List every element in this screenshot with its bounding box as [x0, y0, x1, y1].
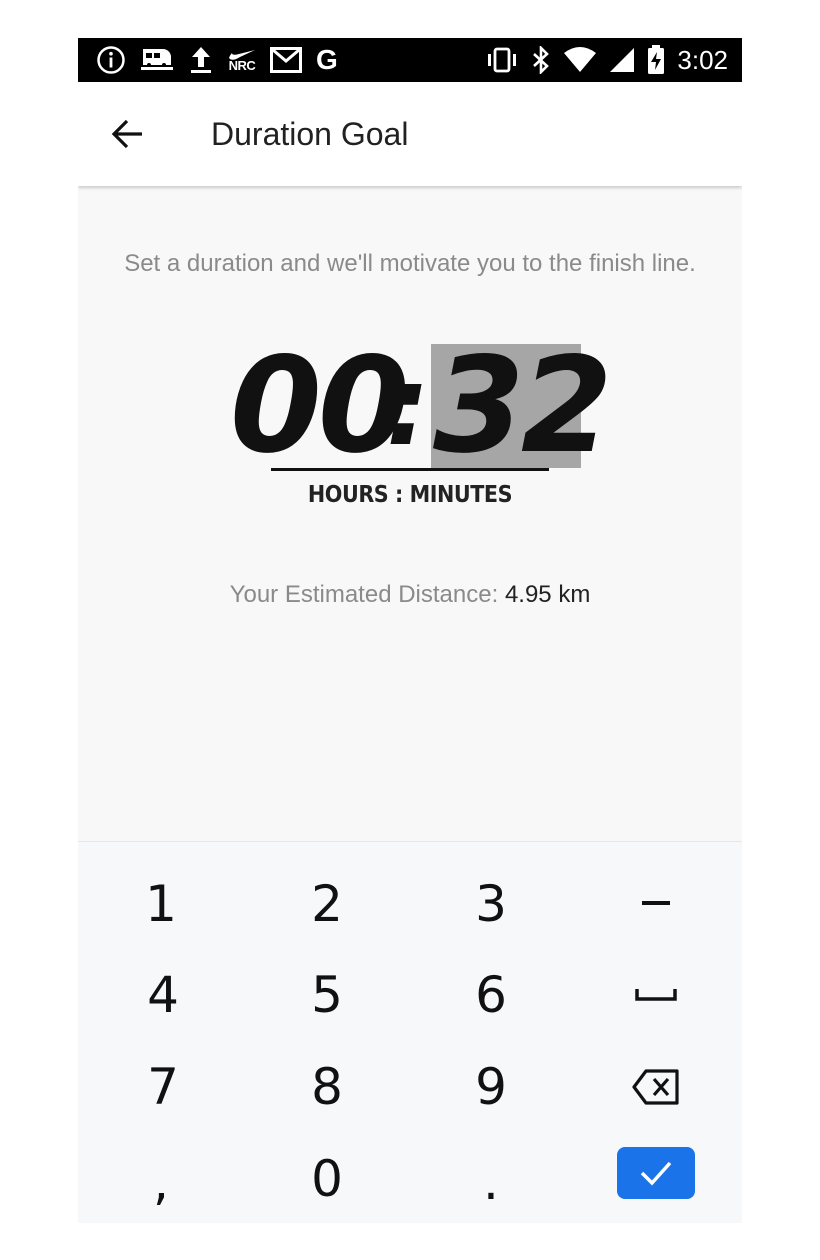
- upload-icon: [188, 45, 214, 75]
- status-bar-right: 3:02: [485, 38, 728, 82]
- backspace-icon: [632, 1069, 679, 1105]
- status-bar: NRC G 3:02: [78, 38, 742, 82]
- gmail-icon: [270, 47, 302, 73]
- key-0[interactable]: 0: [267, 1139, 387, 1219]
- vibrate-icon: [485, 47, 519, 73]
- phone-screen: NRC G 3:02 Duration Goal Set a duration …: [78, 38, 742, 1223]
- duration-display[interactable]: 00 : 32: [228, 340, 628, 481]
- key-period[interactable]: .: [431, 1132, 551, 1223]
- subtitle-text: Set a duration and we'll motivate you to…: [124, 250, 696, 277]
- key-4[interactable]: 4: [103, 955, 223, 1035]
- page-title: Duration Goal: [211, 116, 409, 152]
- units-label: HOURS : MINUTES: [307, 482, 513, 508]
- check-icon: [640, 1161, 672, 1186]
- key-6[interactable]: 6: [431, 955, 551, 1035]
- wifi-icon: [563, 47, 597, 73]
- key-8[interactable]: 8: [267, 1047, 387, 1127]
- arrow-left-icon: [111, 119, 142, 149]
- key-minus[interactable]: [596, 864, 716, 944]
- info-icon: [96, 45, 126, 75]
- nike-nrc-icon: NRC: [228, 49, 256, 73]
- minutes-value[interactable]: 32: [433, 340, 613, 472]
- bluetooth-icon: [531, 46, 551, 74]
- numeric-keypad: 1 2 3 4 5 6 7 8 9 , 0 .: [78, 841, 742, 1223]
- key-1[interactable]: 1: [101, 864, 221, 944]
- app-bar: Duration Goal: [78, 82, 742, 186]
- status-time: 3:02: [677, 44, 728, 75]
- status-bar-left: NRC G: [96, 38, 338, 82]
- key-5[interactable]: 5: [267, 955, 387, 1035]
- back-button[interactable]: [108, 114, 148, 154]
- key-9[interactable]: 9: [431, 1047, 551, 1127]
- battery-charging-icon: [647, 45, 665, 75]
- estimate-value: 4.95 km: [504, 581, 591, 608]
- estimated-distance: Your Estimated Distance: 4.95 km: [78, 581, 742, 609]
- train-icon: [140, 45, 174, 75]
- key-backspace[interactable]: [596, 1047, 716, 1127]
- nrc-label: NRC: [228, 58, 256, 73]
- google-icon: G: [316, 44, 338, 75]
- space-icon: [635, 989, 677, 1001]
- hours-value[interactable]: 00: [230, 340, 410, 472]
- minus-icon: [642, 901, 670, 905]
- key-3[interactable]: 3: [431, 864, 551, 944]
- key-2[interactable]: 2: [267, 864, 387, 944]
- key-comma[interactable]: ,: [101, 1132, 221, 1223]
- estimate-label: Your Estimated Distance:: [229, 581, 499, 608]
- duration-underline: [271, 468, 549, 471]
- key-space[interactable]: [596, 955, 716, 1035]
- signal-icon: [609, 47, 635, 73]
- time-separator: :: [386, 342, 430, 470]
- key-7[interactable]: 7: [103, 1047, 223, 1127]
- done-button[interactable]: [617, 1147, 695, 1199]
- goal-content: Set a duration and we'll motivate you to…: [78, 186, 742, 841]
